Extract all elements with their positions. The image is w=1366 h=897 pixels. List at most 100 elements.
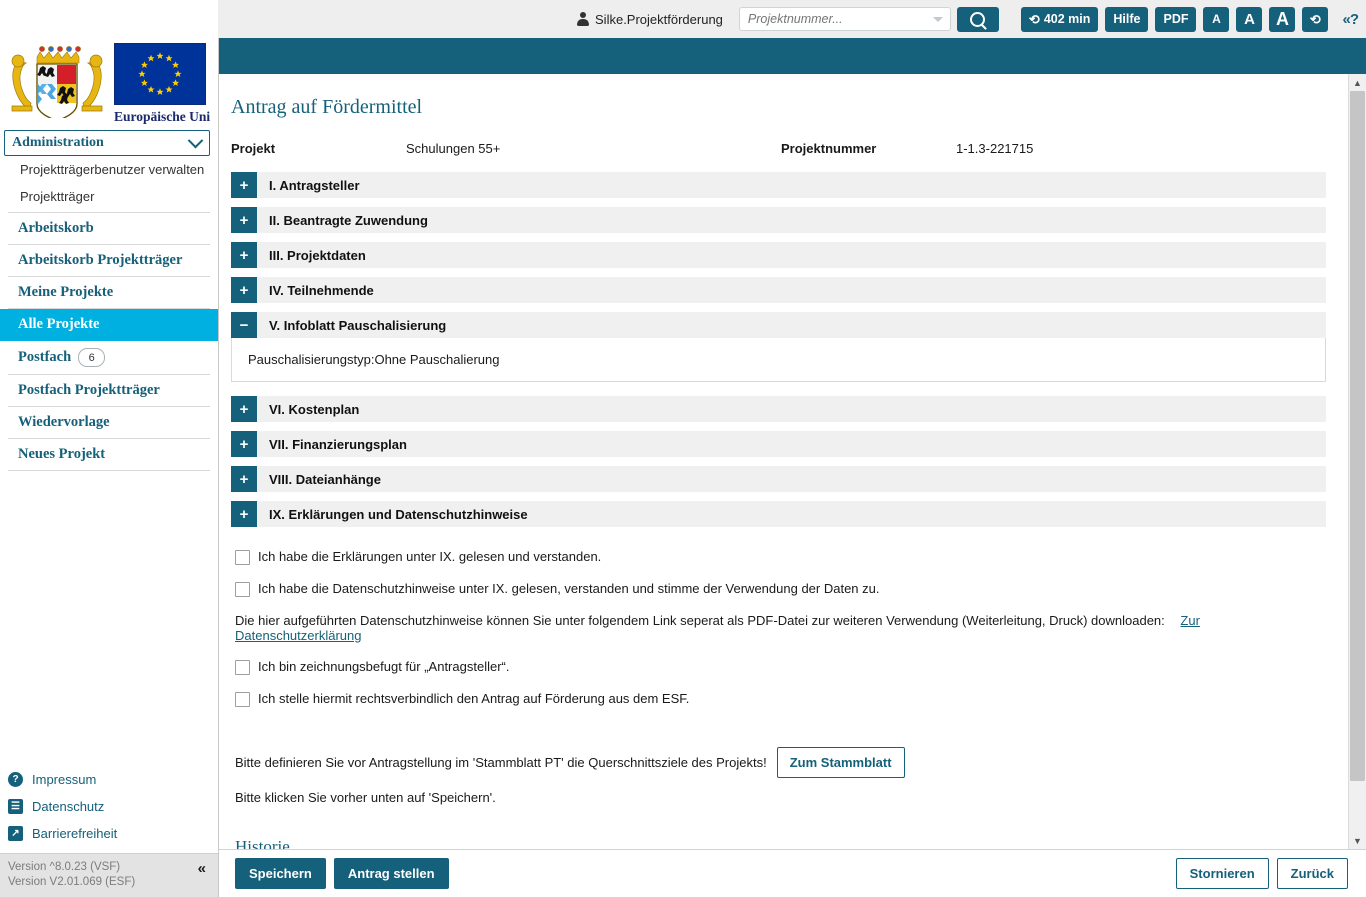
sidebar-item-alle-projekte[interactable]: Alle Projekte	[0, 309, 218, 341]
search-icon	[970, 11, 986, 27]
sidebar-link-impressum[interactable]: ? Impressum	[0, 766, 218, 793]
sidebar-item-wiedervorlage[interactable]: Wiedervorlage	[8, 407, 210, 439]
submit-application-button[interactable]: Antrag stellen	[333, 858, 449, 889]
scroll-up-icon[interactable]: ▲	[1349, 74, 1366, 91]
accordion-section-ix: + IX. Erklärungen und Datenschutzhinweis…	[231, 501, 1326, 527]
checkbox-erklaerungen-gelesen[interactable]	[235, 550, 250, 565]
scroll-down-icon[interactable]: ▼	[1349, 832, 1366, 849]
collapse-sidebar-icon[interactable]: «	[198, 860, 210, 877]
sidebar-item-postfach-projekttraeger[interactable]: Postfach Projektträger	[8, 375, 210, 407]
checkbox-label: Ich habe die Erklärungen unter IX. geles…	[258, 549, 602, 564]
session-timer-label: 402 min	[1043, 12, 1091, 26]
checkbox-datenschutz-gelesen[interactable]	[235, 582, 250, 597]
sidebar-link-label: Impressum	[32, 772, 97, 788]
accordion-header-i[interactable]: + I. Antragsteller	[231, 172, 1326, 198]
declaration-checkbox-row-3: Ich bin zeichnungsbefugt für „Antragstel…	[235, 659, 1326, 675]
sidebar-link-label: Barrierefreiheit	[32, 826, 118, 842]
accordion-header-v[interactable]: − V. Infoblatt Pauschalisierung	[231, 312, 1326, 338]
sidebar-link-barrierefreiheit[interactable]: ↗ Barrierefreiheit	[0, 820, 218, 847]
sidebar-top: Europäische Uni Administration Projekttr…	[0, 38, 218, 766]
scrollbar-track[interactable]	[1349, 91, 1366, 832]
font-size-large-button[interactable]: A	[1269, 6, 1296, 32]
accordion-header-iii[interactable]: + III. Projektdaten	[231, 242, 1326, 268]
sidebar-item-label: Postfach Projektträger	[18, 382, 160, 398]
user-icon	[576, 12, 589, 26]
declaration-checkbox-row-2: Ich habe die Datenschutzhinweise unter I…	[235, 581, 1326, 597]
question-circle-icon: ?	[8, 772, 23, 788]
sidebar-link-datenschutz[interactable]: ☰ Datenschutz	[0, 793, 218, 820]
privacy-text: Die hier aufgeführten Datenschutzhinweis…	[235, 613, 1165, 628]
main-content: Antrag auf Fördermittel Projekt Schulung…	[219, 74, 1348, 849]
sidebar-item-projekttraeger[interactable]: Projektträger	[0, 183, 218, 210]
refresh-icon: ⟳	[1310, 11, 1321, 27]
accordion-title: VIII. Dateianhänge	[269, 471, 381, 487]
projekt-value: Schulungen 55+	[406, 141, 501, 156]
sidebar-item-neues-projekt[interactable]: Neues Projekt	[8, 439, 210, 471]
sidebar-item-label: Neues Projekt	[18, 446, 106, 462]
stammblatt-note-text: Bitte definieren Sie vor Antragstellung …	[235, 755, 767, 770]
search-input[interactable]	[738, 7, 951, 31]
vertical-scrollbar[interactable]: ▲ ▼	[1348, 74, 1366, 849]
session-timer-button[interactable]: ⟳ 402 min	[1020, 6, 1099, 32]
accordion-header-vi[interactable]: + VI. Kostenplan	[231, 396, 1326, 422]
save-button[interactable]: Speichern	[235, 858, 326, 889]
checkbox-antrag-rechtsverbindlich[interactable]	[235, 692, 250, 707]
expand-icon[interactable]: +	[231, 172, 257, 198]
sidebar-nav: Arbeitskorb Arbeitskorb Projektträger Me…	[0, 213, 218, 471]
privacy-paragraph: Die hier aufgeführten Datenschutzhinweis…	[235, 613, 1326, 643]
admin-dropdown[interactable]: Administration	[4, 130, 210, 156]
zum-stammblatt-button[interactable]: Zum Stammblatt	[776, 747, 905, 778]
expand-icon[interactable]: +	[231, 501, 257, 527]
back-button[interactable]: Zurück	[1276, 858, 1348, 889]
expand-icon[interactable]: +	[231, 466, 257, 492]
accordion-header-iv[interactable]: + IV. Teilnehmende	[231, 277, 1326, 303]
help-button[interactable]: Hilfe	[1105, 6, 1149, 32]
user-account[interactable]: Silke.Projektförderung	[576, 12, 723, 27]
pdf-button[interactable]: PDF	[1155, 6, 1197, 32]
accordion-header-vii[interactable]: + VII. Finanzierungsplan	[231, 431, 1326, 457]
top-bar-logo-spacer	[0, 0, 218, 38]
eu-logo-block: Europäische Uni	[114, 40, 212, 125]
sidebar-item-arbeitskorb-projekttraeger[interactable]: Arbeitskorb Projektträger	[8, 245, 210, 277]
action-bar-left: Speichern Antrag stellen	[235, 858, 449, 889]
bayern-coat-of-arms-icon	[4, 40, 110, 118]
font-small-label: A	[1212, 12, 1221, 26]
sidebar-item-arbeitskorb[interactable]: Arbeitskorb	[8, 213, 210, 245]
expand-icon[interactable]: +	[231, 242, 257, 268]
expand-icon[interactable]: +	[231, 396, 257, 422]
external-link-icon: ↗	[8, 826, 23, 842]
accordion-title: IX. Erklärungen und Datenschutzhinweise	[269, 506, 528, 522]
checkbox-zeichnungsbefugt[interactable]	[235, 660, 250, 675]
chevron-down-icon	[187, 132, 204, 148]
sidebar-item-meine-projekte[interactable]: Meine Projekte	[8, 277, 210, 309]
declaration-checkbox-row-1: Ich habe die Erklärungen unter IX. geles…	[235, 549, 1326, 565]
accordion-title: II. Beantragte Zuwendung	[269, 212, 428, 228]
accordion-title: IV. Teilnehmende	[269, 282, 374, 298]
sidebar-item-postfach[interactable]: Postfach 6	[8, 341, 210, 375]
refresh-icon: ⟳	[1028, 11, 1040, 27]
expand-icon[interactable]: +	[231, 431, 257, 457]
accordion-header-ii[interactable]: + II. Beantragte Zuwendung	[231, 207, 1326, 233]
cancel-button[interactable]: Stornieren	[1175, 858, 1269, 889]
accordion-section-iv: + IV. Teilnehmende	[231, 277, 1326, 303]
accordion-title: I. Antragsteller	[269, 177, 360, 193]
search-button[interactable]	[956, 6, 999, 32]
accordion-section-viii: + VIII. Dateianhänge	[231, 466, 1326, 492]
version-line-2: Version V2.01.069 (ESF)	[8, 875, 136, 888]
checkbox-label: Ich stelle hiermit rechtsverbindlich den…	[258, 691, 690, 706]
expand-icon[interactable]: +	[231, 277, 257, 303]
checkbox-label: Ich bin zeichnungsbefugt für „Antragstel…	[258, 659, 510, 674]
accordion-section-ii: + II. Beantragte Zuwendung	[231, 207, 1326, 233]
collapse-icon[interactable]: −	[231, 312, 257, 338]
sidebar-item-projekttraegerbenutzer-verwalten[interactable]: Projektträgerbenutzer verwalten	[0, 156, 218, 183]
font-size-small-button[interactable]: A	[1203, 6, 1230, 32]
help-toggle-icon[interactable]: «?	[1342, 11, 1358, 28]
font-size-medium-button[interactable]: A	[1236, 6, 1263, 32]
accordion-header-ix[interactable]: + IX. Erklärungen und Datenschutzhinweis…	[231, 501, 1326, 527]
accordion-section-iii: + III. Projektdaten	[231, 242, 1326, 268]
scrollbar-thumb[interactable]	[1350, 91, 1365, 781]
reload-button[interactable]: ⟳	[1302, 6, 1329, 32]
accordion-header-viii[interactable]: + VIII. Dateianhänge	[231, 466, 1326, 492]
projektnummer-value: 1-1.3-221715	[956, 141, 1034, 156]
expand-icon[interactable]: +	[231, 207, 257, 233]
